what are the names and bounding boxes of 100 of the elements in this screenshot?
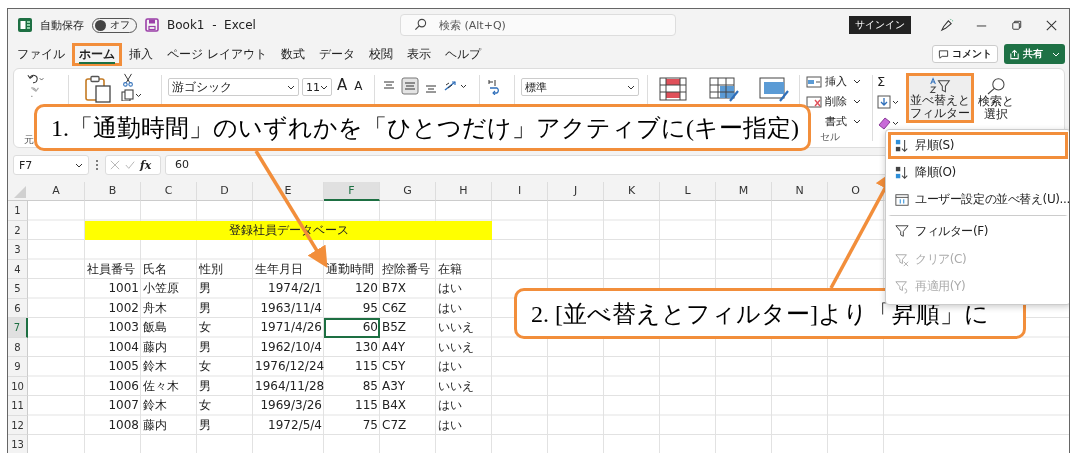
- sign-in-button[interactable]: サインイン: [849, 16, 911, 34]
- table-cell-text: 85: [361, 377, 379, 395]
- column-header[interactable]: L: [660, 182, 716, 201]
- column-label: 氏名: [142, 260, 168, 278]
- table-cell-text: C5Y: [381, 358, 407, 375]
- menu-tab[interactable]: 数式: [273, 42, 312, 66]
- table-cell-text: いいえ: [437, 319, 475, 336]
- menu-tab[interactable]: ホーム: [72, 42, 122, 66]
- column-header[interactable]: D: [197, 182, 253, 201]
- menu-item[interactable]: フィルター(F): [888, 215, 1068, 246]
- insert-function-button[interactable]: fx: [140, 158, 152, 172]
- column-header[interactable]: F: [324, 182, 380, 201]
- column-header[interactable]: B: [85, 182, 141, 201]
- table-cell-text: はい: [437, 280, 463, 297]
- eraser-icon[interactable]: [877, 115, 901, 131]
- autosave-label: 自動保存: [40, 17, 84, 33]
- table-cell-text: 115: [354, 358, 379, 375]
- column-header[interactable]: K: [604, 182, 660, 201]
- table-cell-text: 1962/10/4: [259, 338, 323, 356]
- column-header[interactable]: A: [28, 182, 85, 201]
- save-icon[interactable]: [145, 18, 159, 32]
- copy-icon[interactable]: [121, 89, 143, 101]
- cell-command-button[interactable]: 挿入: [825, 74, 861, 89]
- increase-font-button[interactable]: A: [335, 76, 350, 94]
- paste-icon[interactable]: [83, 75, 113, 103]
- row-header[interactable]: 5: [8, 279, 28, 299]
- table-cell-text: 1976/12/24: [254, 358, 324, 375]
- cell-command-button[interactable]: 書式: [825, 114, 861, 129]
- fill-icon[interactable]: [877, 94, 901, 110]
- column-header[interactable]: E: [253, 182, 324, 201]
- menu-tab[interactable]: ページ レイアウト: [160, 42, 274, 66]
- redo-icon: [31, 86, 40, 97]
- column-label: 通勤時間: [325, 260, 375, 278]
- menu-tab[interactable]: データ: [311, 42, 362, 66]
- menu-tab[interactable]: ファイル: [10, 42, 72, 66]
- chevron-icon: [320, 84, 328, 90]
- menu-tab[interactable]: 挿入: [122, 42, 160, 66]
- row-header[interactable]: 10: [8, 376, 28, 396]
- table-cell-text: はい: [437, 416, 463, 434]
- row-header[interactable]: 11: [8, 396, 28, 416]
- row-header[interactable]: 1: [8, 201, 28, 221]
- wrap-text-icon[interactable]: [486, 77, 502, 95]
- menu-tab[interactable]: ヘルプ: [437, 42, 488, 66]
- table-cell-text: 95: [361, 299, 379, 317]
- chevron-icon: [287, 84, 295, 90]
- sort-filter-button[interactable]: 並べ替えと フィルター: [906, 73, 974, 123]
- column-label: 控除番号: [381, 260, 431, 278]
- menu-item[interactable]: ユーザー設定の並べ替え(U)...: [888, 186, 1068, 213]
- cell-styles-icon[interactable]: [758, 76, 790, 102]
- row-header[interactable]: 12: [8, 415, 28, 435]
- table-format-icon[interactable]: [708, 76, 740, 102]
- table-cell-text: B7X: [381, 280, 408, 297]
- conditional-format-icon[interactable]: [658, 76, 690, 102]
- table-cell: 60: [324, 318, 380, 338]
- row-header[interactable]: 4: [8, 259, 28, 279]
- column-header[interactable]: I: [492, 182, 548, 201]
- table-cell-text: 佐々木: [142, 377, 180, 395]
- table-cell-text: 1007: [107, 397, 140, 414]
- menu-tab[interactable]: 校閲: [361, 42, 400, 66]
- row-header[interactable]: 7: [8, 318, 28, 338]
- align-middle-icon[interactable]: [401, 77, 419, 95]
- row-header[interactable]: 2: [8, 220, 28, 240]
- column-header[interactable]: C: [141, 182, 197, 201]
- font-name-dropdown[interactable]: 游ゴシック: [168, 78, 299, 96]
- column-header[interactable]: H: [436, 182, 492, 201]
- row-header[interactable]: 3: [8, 240, 28, 260]
- scissors-icon[interactable]: [121, 73, 135, 87]
- autosum-button[interactable]: Σ: [877, 73, 903, 89]
- column-label: 生年月日: [254, 260, 304, 278]
- chevron-icon: [1052, 51, 1060, 57]
- row-header[interactable]: 8: [8, 337, 28, 357]
- table-cell-text: 1001: [107, 280, 140, 297]
- row-header[interactable]: 9: [8, 357, 28, 377]
- column-header[interactable]: N: [772, 182, 828, 201]
- decrease-font-button[interactable]: A: [352, 79, 365, 93]
- table-cell-text: 115: [354, 397, 379, 414]
- search-field[interactable]: 検索 (Alt+Q): [400, 14, 676, 36]
- column-header[interactable]: M: [716, 182, 772, 201]
- column-header[interactable]: J: [548, 182, 604, 201]
- name-box[interactable]: F7: [13, 155, 89, 175]
- row-header[interactable]: 6: [8, 298, 28, 318]
- table-cell-text: 鈴木: [142, 358, 168, 375]
- font-size-dropdown[interactable]: 11: [302, 78, 332, 96]
- menu-item[interactable]: 昇順(S): [888, 132, 1068, 159]
- share-button[interactable]: 共有: [1004, 44, 1065, 64]
- menu-tab[interactable]: 表示: [399, 42, 438, 66]
- comment-button[interactable]: コメント: [932, 45, 998, 63]
- find-select-button[interactable]: 検索と 選択: [977, 73, 1015, 123]
- pen-icon[interactable]: [939, 17, 954, 33]
- check-icon[interactable]: [125, 160, 135, 170]
- row-header[interactable]: 13: [8, 435, 28, 453]
- group-label: 元: [24, 133, 35, 147]
- table-cell-text: 女: [198, 397, 212, 414]
- column-header[interactable]: G: [380, 182, 436, 201]
- cell-command-button[interactable]: 削除: [825, 94, 861, 109]
- table-cell-text: 女: [198, 319, 212, 336]
- number-format-dropdown[interactable]: 標準: [521, 78, 639, 96]
- table-cell-text: 藤内: [142, 416, 168, 434]
- table-cell-text: 1963/11/4: [259, 299, 323, 317]
- table-cell-text: 女: [198, 358, 212, 375]
